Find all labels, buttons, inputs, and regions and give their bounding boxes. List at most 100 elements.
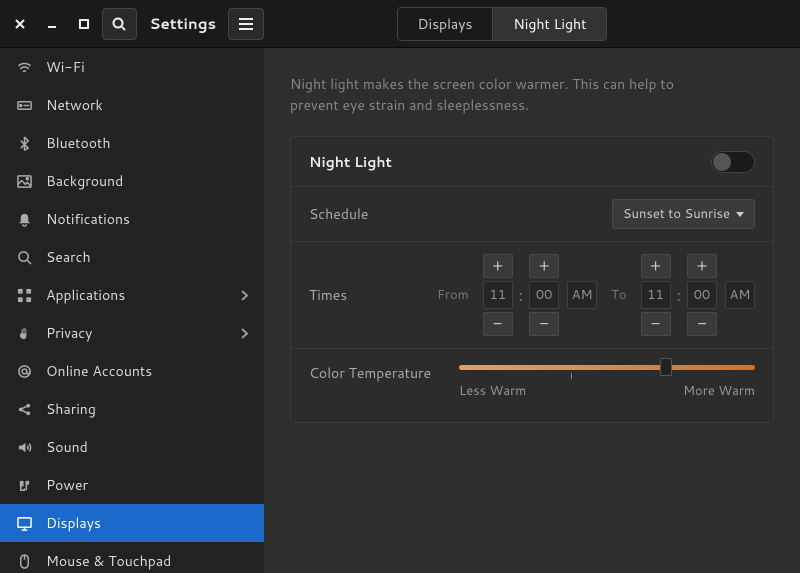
- to-hour-spinner: + 11 −: [641, 254, 671, 336]
- from-min-value[interactable]: 00: [529, 281, 559, 309]
- at-icon: [16, 363, 32, 379]
- maximize-button[interactable]: [68, 8, 100, 40]
- from-hour-up[interactable]: +: [483, 254, 513, 278]
- tab-displays[interactable]: Displays: [398, 8, 493, 40]
- sidebar-item-label: Power: [46, 475, 88, 495]
- bluetooth-icon: [16, 135, 32, 151]
- schedule-dropdown[interactable]: Sunset to Sunrise: [612, 199, 755, 229]
- schedule-value: Sunset to Sunrise: [623, 205, 730, 223]
- chevron-right-icon: [241, 328, 248, 339]
- chevron-down-icon: [736, 212, 744, 217]
- sidebar-item-label: Network: [46, 95, 103, 115]
- mouse-icon: [16, 553, 32, 569]
- from-time-group: + 11 − : + 00 − AM: [483, 254, 597, 336]
- to-hour-value[interactable]: 11: [641, 281, 671, 309]
- network-icon: [16, 97, 32, 113]
- close-icon: [15, 19, 25, 29]
- slider-thumb[interactable]: [660, 358, 672, 376]
- sidebar-item-label: Online Accounts: [46, 361, 152, 381]
- sidebar[interactable]: Wi-Fi Network Bluetooth Background Notificat…: [0, 48, 264, 573]
- maximize-icon: [79, 19, 89, 29]
- body: Wi-Fi Network Bluetooth Background Notificat…: [0, 48, 800, 573]
- from-hour-spinner: + 11 −: [483, 254, 513, 336]
- from-ampm[interactable]: AM: [567, 281, 597, 309]
- to-min-value[interactable]: 00: [687, 281, 717, 309]
- to-min-down[interactable]: −: [687, 312, 717, 336]
- background-icon: [16, 173, 32, 189]
- sidebar-item-applications[interactable]: Applications: [0, 276, 264, 314]
- search-icon: [16, 249, 32, 265]
- sidebar-item-network[interactable]: Network: [0, 86, 264, 124]
- sidebar-item-label: Sharing: [46, 399, 96, 419]
- sidebar-item-privacy[interactable]: Privacy: [0, 314, 264, 352]
- slider-labels: Less Warm More Warm: [459, 382, 755, 400]
- to-min-up[interactable]: +: [687, 254, 717, 278]
- to-min-spinner: + 00 −: [687, 254, 717, 336]
- sidebar-item-power[interactable]: Power: [0, 466, 264, 504]
- menu-button[interactable]: [228, 8, 264, 40]
- from-hour-down[interactable]: −: [483, 312, 513, 336]
- titlebar-left: Settings: [0, 8, 264, 40]
- hand-icon: [16, 325, 32, 341]
- toggle-knob: [713, 153, 731, 171]
- night-light-row: Night Light: [291, 137, 773, 187]
- to-hour-down[interactable]: −: [641, 312, 671, 336]
- sidebar-item-label: Privacy: [46, 323, 92, 343]
- to-time-group: + 11 − : + 00 − AM: [641, 254, 755, 336]
- wifi-icon: [16, 59, 32, 75]
- chevron-right-icon: [241, 290, 248, 301]
- night-light-label: Night Light: [309, 152, 392, 172]
- sidebar-item-label: Mouse & Touchpad: [46, 551, 171, 571]
- search-icon: [112, 17, 126, 31]
- from-hour-value[interactable]: 11: [483, 281, 513, 309]
- sidebar-item-sharing[interactable]: Sharing: [0, 390, 264, 428]
- from-label: From: [437, 286, 469, 304]
- sidebar-item-online-accounts[interactable]: Online Accounts: [0, 352, 264, 390]
- minimize-button[interactable]: [36, 8, 68, 40]
- content: Night light makes the screen color warme…: [264, 48, 800, 573]
- color-temperature-row: Color Temperature Less Warm More Warm: [291, 349, 773, 422]
- close-button[interactable]: [4, 8, 36, 40]
- power-icon: [16, 477, 32, 493]
- sidebar-item-mouse-touchpad[interactable]: Mouse & Touchpad: [0, 542, 264, 573]
- sidebar-item-label: Notifications: [46, 209, 130, 229]
- color-temp-slider[interactable]: [459, 365, 755, 370]
- slider-tick: [571, 373, 572, 379]
- grid-icon: [16, 287, 32, 303]
- search-button[interactable]: [102, 8, 138, 40]
- titlebar-center: Displays Night Light: [264, 7, 740, 41]
- tab-night-light[interactable]: Night Light: [492, 8, 606, 40]
- sidebar-item-label: Applications: [46, 285, 125, 305]
- sidebar-item-wi-fi[interactable]: Wi-Fi: [0, 48, 264, 86]
- sidebar-item-label: Wi-Fi: [46, 57, 85, 77]
- times-row: Times From + 11 − : + 00 −: [291, 242, 773, 349]
- minimize-icon: [47, 19, 57, 29]
- settings-panel: Night Light Schedule Sunset to Sunrise: [290, 136, 774, 423]
- from-min-spinner: + 00 −: [529, 254, 559, 336]
- from-min-down[interactable]: −: [529, 312, 559, 336]
- sidebar-item-displays[interactable]: Displays: [0, 504, 264, 542]
- sidebar-item-notifications[interactable]: Notifications: [0, 200, 264, 238]
- speaker-icon: [16, 439, 32, 455]
- to-label: To: [611, 286, 626, 304]
- less-warm-label: Less Warm: [459, 382, 526, 400]
- color-temp-slider-wrap: Less Warm More Warm: [459, 363, 755, 400]
- color-temp-label: Color Temperature: [309, 363, 431, 383]
- to-hour-up[interactable]: +: [641, 254, 671, 278]
- sidebar-item-background[interactable]: Background: [0, 162, 264, 200]
- description-text: Night light makes the screen color warme…: [290, 74, 720, 116]
- sidebar-item-sound[interactable]: Sound: [0, 428, 264, 466]
- sidebar-item-label: Sound: [46, 437, 88, 457]
- night-light-toggle[interactable]: [711, 151, 755, 173]
- sidebar-item-label: Bluetooth: [46, 133, 110, 153]
- titlebar: Settings Displays Night Light: [0, 0, 800, 48]
- sidebar-item-label: Displays: [46, 513, 101, 533]
- sidebar-item-bluetooth[interactable]: Bluetooth: [0, 124, 264, 162]
- from-min-up[interactable]: +: [529, 254, 559, 278]
- sidebar-item-search[interactable]: Search: [0, 238, 264, 276]
- sidebar-item-label: Background: [46, 171, 123, 191]
- window-title: Settings: [149, 13, 216, 34]
- to-ampm[interactable]: AM: [725, 281, 755, 309]
- display-icon: [16, 515, 32, 531]
- schedule-row: Schedule Sunset to Sunrise: [291, 187, 773, 242]
